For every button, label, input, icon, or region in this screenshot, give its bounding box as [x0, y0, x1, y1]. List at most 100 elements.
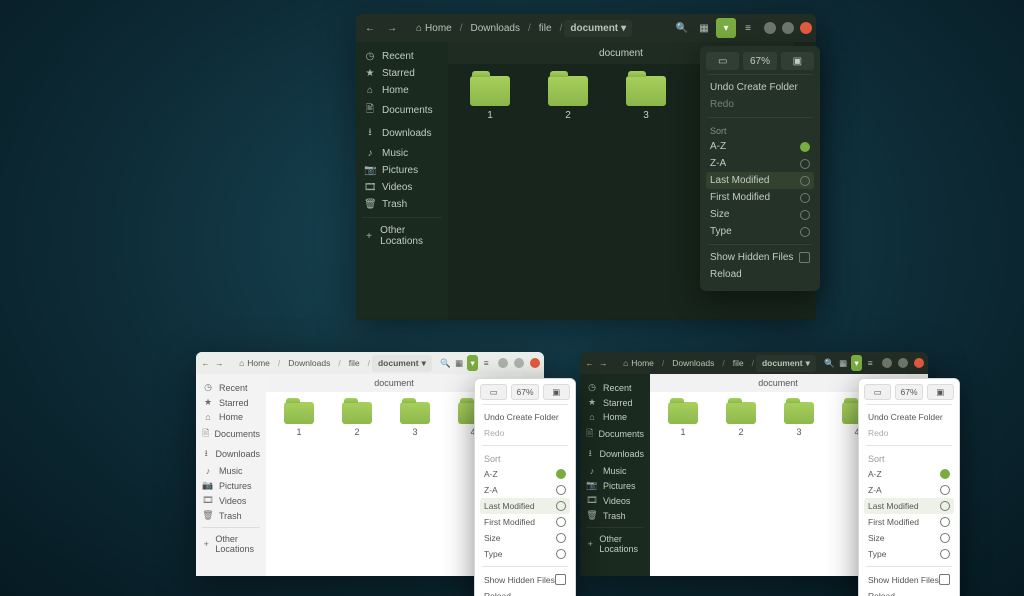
sidebar-item-trash[interactable]: 🗑Trash — [196, 508, 266, 523]
menu-sort-last-modified[interactable]: Last Modified — [480, 498, 570, 514]
sidebar-item-starred[interactable]: ★Starred — [356, 65, 448, 82]
nav-back-button[interactable]: ← — [360, 18, 380, 38]
breadcrumb-home[interactable]: ⌂Home — [617, 355, 660, 371]
window-close-button[interactable] — [530, 358, 540, 368]
sidebar-item-pictures[interactable]: 📷Pictures — [356, 162, 448, 179]
sidebar-item-videos[interactable]: 🎞Videos — [580, 493, 650, 508]
menu-sort-type[interactable]: Type — [706, 223, 814, 240]
breadcrumb-document[interactable]: document ▾ — [372, 355, 432, 372]
menu-sort-az[interactable]: A-Z — [864, 466, 954, 482]
breadcrumb-downloads[interactable]: Downloads — [666, 355, 720, 371]
sidebar-item-home[interactable]: ⌂Home — [580, 410, 650, 424]
window-minimize-button[interactable] — [498, 358, 508, 368]
sidebar-item-pictures[interactable]: 📷Pictures — [580, 478, 650, 493]
sidebar-item-other-locations[interactable]: +Other Locations — [356, 222, 448, 250]
hamburger-menu-button[interactable]: ≡ — [480, 355, 492, 371]
folder-item[interactable]: 3 — [778, 402, 820, 437]
breadcrumb-home[interactable]: ⌂Home — [233, 355, 276, 371]
window-close-button[interactable] — [914, 358, 924, 368]
sidebar-item-trash[interactable]: 🗑Trash — [356, 196, 448, 213]
breadcrumb-downloads[interactable]: Downloads — [465, 20, 526, 37]
nav-forward-button[interactable]: → — [598, 355, 610, 371]
sidebar-item-downloads[interactable]: ⭳Downloads — [196, 444, 266, 464]
sidebar-item-downloads[interactable]: ⭳Downloads — [356, 122, 448, 145]
nav-forward-button[interactable]: → — [382, 18, 402, 38]
sidebar-item-starred[interactable]: ★Starred — [196, 395, 266, 410]
sidebar-item-recent[interactable]: ◷Recent — [580, 380, 650, 395]
sidebar-item-recent[interactable]: ◷Recent — [356, 48, 448, 65]
folder-item[interactable]: 3 — [394, 402, 436, 437]
sidebar-item-other-locations[interactable]: +Other Locations — [580, 532, 650, 556]
breadcrumb-file[interactable]: file — [727, 355, 750, 371]
menu-show-hidden[interactable]: Show Hidden Files — [864, 571, 954, 588]
sidebar-item-documents[interactable]: 🖹Documents — [196, 424, 266, 444]
folder-item[interactable]: 2 — [336, 402, 378, 437]
sidebar-item-videos[interactable]: 🎞Videos — [356, 179, 448, 196]
menu-sort-first-modified[interactable]: First Modified — [864, 514, 954, 530]
window-maximize-button[interactable] — [782, 22, 794, 34]
menu-sort-type[interactable]: Type — [864, 546, 954, 562]
menu-reload[interactable]: Reload — [706, 266, 814, 283]
menu-undo[interactable]: Undo Create Folder — [706, 79, 814, 96]
view-options-button[interactable]: ▾ — [716, 18, 736, 38]
zoom-in-button[interactable]: ▣ — [543, 384, 570, 400]
folder-item[interactable]: 2 — [542, 76, 594, 121]
sidebar-item-trash[interactable]: 🗑Trash — [580, 508, 650, 523]
menu-sort-za[interactable]: Z-A — [706, 155, 814, 172]
folder-item[interactable]: 2 — [720, 402, 762, 437]
menu-sort-az[interactable]: A-Z — [480, 466, 570, 482]
zoom-in-button[interactable]: ▣ — [927, 384, 954, 400]
folder-item[interactable]: 1 — [662, 402, 704, 437]
sidebar-item-other-locations[interactable]: +Other Locations — [196, 532, 266, 556]
sidebar-item-recent[interactable]: ◷Recent — [196, 380, 266, 395]
menu-redo[interactable]: Redo — [706, 96, 814, 113]
sidebar-item-music[interactable]: ♪Music — [356, 145, 448, 162]
nav-back-button[interactable]: ← — [584, 355, 596, 371]
window-maximize-button[interactable] — [898, 358, 908, 368]
sidebar-item-home[interactable]: ⌂Home — [356, 82, 448, 99]
nav-back-button[interactable]: ← — [200, 355, 212, 371]
menu-sort-za[interactable]: Z-A — [480, 482, 570, 498]
menu-sort-az[interactable]: A-Z — [706, 138, 814, 155]
menu-show-hidden[interactable]: Show Hidden Files — [480, 571, 570, 588]
folder-item[interactable]: 1 — [464, 76, 516, 121]
zoom-out-button[interactable]: ▭ — [706, 52, 739, 70]
zoom-out-button[interactable]: ▭ — [864, 384, 891, 400]
menu-sort-last-modified[interactable]: Last Modified — [706, 172, 814, 189]
menu-reload[interactable]: Reload — [480, 588, 570, 596]
zoom-in-button[interactable]: ▣ — [781, 52, 814, 70]
breadcrumb-file[interactable]: file — [343, 355, 366, 371]
breadcrumb-document[interactable]: document ▾ — [756, 355, 816, 372]
menu-show-hidden[interactable]: Show Hidden Files — [706, 249, 814, 266]
sidebar-item-music[interactable]: ♪Music — [580, 464, 650, 478]
search-button[interactable]: 🔍 — [824, 355, 836, 371]
menu-sort-size[interactable]: Size — [864, 530, 954, 546]
folder-item[interactable]: 1 — [278, 402, 320, 437]
sidebar-item-starred[interactable]: ★Starred — [580, 395, 650, 410]
sidebar-item-pictures[interactable]: 📷Pictures — [196, 478, 266, 493]
breadcrumb-home[interactable]: ⌂ Home — [410, 20, 458, 37]
menu-undo[interactable]: Undo Create Folder — [864, 409, 954, 425]
menu-sort-size[interactable]: Size — [706, 206, 814, 223]
window-close-button[interactable] — [800, 22, 812, 34]
menu-sort-last-modified[interactable]: Last Modified — [864, 498, 954, 514]
sidebar-item-videos[interactable]: 🎞Videos — [196, 493, 266, 508]
hamburger-menu-button[interactable]: ≡ — [738, 18, 758, 38]
search-button[interactable]: 🔍 — [672, 18, 692, 38]
sidebar-item-downloads[interactable]: ⭳Downloads — [580, 444, 650, 464]
view-options-button[interactable]: ▾ — [467, 355, 479, 371]
breadcrumb-downloads[interactable]: Downloads — [282, 355, 336, 371]
menu-sort-size[interactable]: Size — [480, 530, 570, 546]
menu-undo[interactable]: Undo Create Folder — [480, 409, 570, 425]
window-minimize-button[interactable] — [764, 22, 776, 34]
folder-item[interactable]: 3 — [620, 76, 672, 121]
window-minimize-button[interactable] — [882, 358, 892, 368]
nav-forward-button[interactable]: → — [214, 355, 226, 371]
icon-view-button[interactable]: ▦ — [453, 355, 465, 371]
sidebar-item-documents[interactable]: 🖹Documents — [356, 99, 448, 122]
menu-sort-first-modified[interactable]: First Modified — [706, 189, 814, 206]
menu-sort-za[interactable]: Z-A — [864, 482, 954, 498]
menu-sort-first-modified[interactable]: First Modified — [480, 514, 570, 530]
menu-sort-type[interactable]: Type — [480, 546, 570, 562]
window-maximize-button[interactable] — [514, 358, 524, 368]
